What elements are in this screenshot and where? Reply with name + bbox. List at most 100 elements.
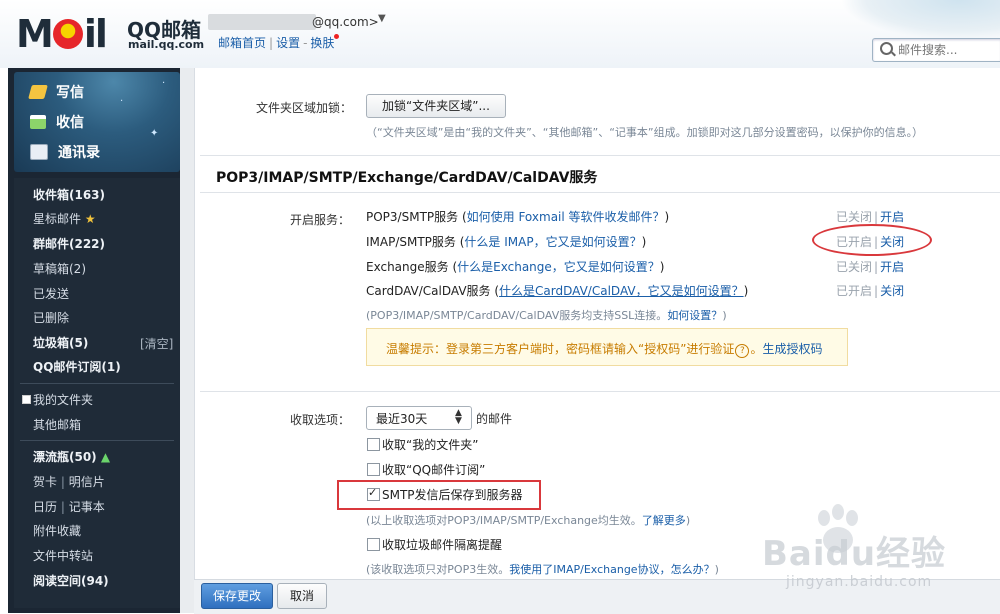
receive-note-1: (以上收取选项对POP3/IMAP/SMTP/Exchange均生效。了解更多): [366, 512, 690, 528]
receive-mail-button[interactable]: 收信: [30, 112, 84, 132]
folder-attachments[interactable]: 附件收藏: [33, 522, 81, 539]
services-section-title: POP3/IMAP/SMTP/Exchange/CardDAV/CalDAV服务: [216, 170, 598, 186]
ssl-note: (POP3/IMAP/SMTP/CardDAV/CalDAV服务均支持SSL连接…: [366, 307, 727, 323]
folder-drafts[interactable]: 草稿箱(2): [33, 260, 86, 277]
folder-spam[interactable]: 垃圾箱(5): [33, 334, 88, 351]
service-status-carddav: 已开启 | 关闭: [836, 284, 905, 298]
starred-label: 星标邮件: [33, 212, 82, 226]
service-help-link[interactable]: 什么是Exchange，它又是如何设置？: [457, 260, 660, 274]
cards-link[interactable]: 贺卡: [33, 475, 57, 489]
cancel-button[interactable]: 取消: [277, 583, 327, 609]
disable-carddav-link[interactable]: 关闭: [880, 284, 904, 298]
service-row-imap: IMAP/SMTP服务 (什么是 IMAP，它又是如何设置？): [366, 235, 647, 249]
drift-bottle-label: 漂流瓶(50): [33, 450, 97, 464]
contacts-button[interactable]: 通讯录: [30, 142, 100, 162]
service-row-carddav: CardDAV/CalDAV服务 (什么是CardDAV/CalDAV，它又是如…: [366, 284, 749, 298]
notes-link[interactable]: 记事本: [69, 500, 105, 514]
mailbox-home-link[interactable]: 邮箱首页: [218, 36, 266, 50]
note2-close: ): [714, 563, 719, 576]
note1-close: ): [685, 514, 691, 527]
folder-inbox[interactable]: 收件箱(163): [33, 186, 105, 203]
receive-options-label: 收取选项：: [290, 413, 351, 427]
status-text: 已开启: [836, 284, 873, 298]
folder-sent[interactable]: 已发送: [33, 285, 69, 302]
select-suffix: 的邮件: [476, 412, 513, 426]
generate-auth-code-link[interactable]: 生成授权码: [762, 342, 822, 356]
account-domain[interactable]: @qq.com>: [312, 15, 379, 29]
status-text: 已关闭: [836, 210, 873, 224]
qq-mail-logo[interactable]: Mil: [16, 14, 108, 54]
service-row-pop3: POP3/SMTP服务 (如何使用 Foxmail 等软件收发邮件？): [366, 210, 670, 224]
download-icon: [30, 115, 46, 129]
enable-pop3-link[interactable]: 开启: [880, 210, 904, 224]
receive-subscriptions-label: 收取“QQ邮件订阅”: [382, 463, 486, 477]
top-links: 邮箱首页 | 设置 - 换肤: [218, 34, 340, 51]
folder-my-folders[interactable]: 我的文件夹: [33, 391, 93, 408]
highlight-ellipse: [812, 224, 932, 256]
learn-more-link[interactable]: 了解更多: [642, 514, 686, 527]
smtp-save-label: SMTP发信后保存到服务器: [382, 488, 523, 502]
ssl-howto-link[interactable]: 如何设置？: [667, 309, 722, 322]
service-name: Exchange服务: [366, 260, 449, 274]
divider: [200, 155, 1000, 156]
service-name: IMAP/SMTP服务: [366, 235, 456, 249]
tip-text: 温馨提示：登录第三方客户端时，密码框请输入“授权码”进行验证? 。生成授权码: [386, 342, 823, 358]
contact-card-icon: [30, 144, 48, 160]
smtp-save-checkbox[interactable]: [367, 486, 380, 501]
change-skin-link[interactable]: 换肤: [310, 36, 334, 50]
new-dot-icon: [334, 34, 340, 39]
folder-deleted[interactable]: 已删除: [33, 309, 69, 326]
receive-my-folders-label: 收取“我的文件夹”: [382, 438, 479, 452]
service-help-link[interactable]: 什么是 IMAP，它又是如何设置？: [464, 235, 641, 249]
search-input[interactable]: [896, 40, 1000, 60]
account-dropdown-icon[interactable]: ▼: [378, 13, 386, 24]
lock-folder-area-button[interactable]: 加锁“文件夹区域”...: [366, 94, 506, 118]
service-name: CardDAV/CalDAV服务: [366, 284, 491, 298]
service-help-link[interactable]: 如何使用 Foxmail 等软件收发邮件？: [467, 210, 665, 224]
clear-spam-link[interactable]: [清空]: [140, 335, 173, 352]
note1-text: (以上收取选项对POP3/IMAP/SMTP/Exchange均生效。: [366, 514, 642, 527]
settings-link[interactable]: 设置: [276, 36, 300, 50]
receive-my-folders-checkbox[interactable]: [367, 438, 380, 451]
header-decoration: [840, 0, 1000, 40]
enable-exchange-link[interactable]: 开启: [880, 260, 904, 274]
service-status-pop3: 已关闭 | 开启: [836, 210, 905, 224]
sparkle-icon: ✦: [150, 128, 159, 139]
calendar-link[interactable]: 日历: [33, 500, 57, 514]
note2-text: (该收取选项只对POP3生效。: [366, 563, 510, 576]
help-icon[interactable]: ?: [735, 344, 750, 358]
inbox-label: 收信: [56, 115, 84, 131]
service-row-exchange: Exchange服务 (什么是Exchange，它又是如何设置？): [366, 260, 665, 274]
spam-notice-label: 收取垃圾邮件隔离提醒: [382, 538, 503, 552]
folder-group[interactable]: 群邮件(222): [33, 235, 105, 252]
folder-starred[interactable]: 星标邮件 ★: [33, 210, 96, 227]
ssl-note-close: ): [722, 309, 727, 322]
service-help-link[interactable]: 什么是CardDAV/CalDAV，它又是如何设置？: [499, 284, 744, 298]
folder-reading[interactable]: 阅读空间(94): [33, 572, 109, 589]
postcards-link[interactable]: 明信片: [69, 475, 105, 489]
folder-file-transfer[interactable]: 文件中转站: [33, 547, 93, 564]
save-changes-button[interactable]: 保存更改: [201, 583, 273, 609]
receive-subscriptions-checkbox[interactable]: [367, 463, 380, 476]
spam-notice-checkbox[interactable]: [367, 538, 380, 551]
scrollbar[interactable]: [180, 68, 194, 613]
folder-other-mailboxes[interactable]: 其他邮箱: [33, 416, 81, 433]
divider: [200, 391, 1000, 392]
select-value: 最近30天: [376, 412, 428, 426]
star-icon: ★: [84, 212, 96, 226]
tip-message: 温馨提示：登录第三方客户端时，密码框请输入“授权码”进行验证: [386, 342, 735, 356]
service-name: POP3/SMTP服务: [366, 210, 459, 224]
select-arrows-icon: ▲ ▼: [455, 408, 462, 426]
status-text: 已关闭: [836, 260, 873, 274]
account-name-redacted: [208, 14, 316, 30]
folder-subscriptions[interactable]: QQ邮件订阅(1): [33, 358, 121, 375]
write-mail-button[interactable]: 写信: [28, 82, 84, 102]
imap-help-link[interactable]: 我使用了IMAP/Exchange协议，怎么办？: [509, 563, 714, 576]
divider: [20, 440, 174, 441]
expand-icon[interactable]: [22, 395, 31, 404]
folder-lock-note: （“文件夹区域”是由“我的文件夹”、“其他邮箱”、“记事本”组成。加锁即对这几部…: [366, 126, 924, 139]
search-icon: [880, 42, 893, 55]
folder-drift-bottle[interactable]: 漂流瓶(50) ▲: [33, 448, 110, 465]
watermark-text: Baidu经验: [762, 534, 947, 574]
sparkle-icon: ·: [120, 96, 124, 107]
